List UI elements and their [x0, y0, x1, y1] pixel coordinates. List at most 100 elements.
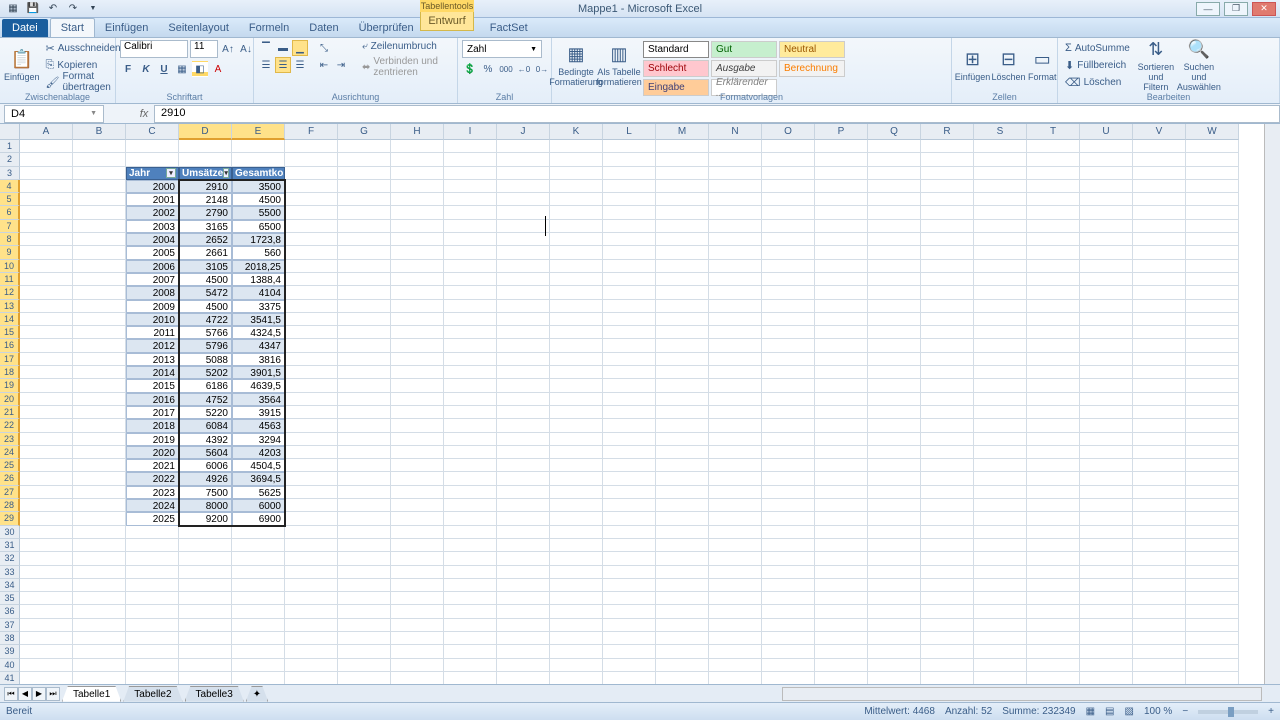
cell-S11[interactable] — [974, 273, 1027, 286]
cell-P32[interactable] — [815, 552, 868, 565]
cell-B31[interactable] — [73, 539, 126, 552]
cell-P7[interactable] — [815, 220, 868, 233]
cell-V1[interactable] — [1133, 140, 1186, 153]
cell-A20[interactable] — [20, 393, 73, 406]
cell-I10[interactable] — [444, 260, 497, 273]
cell-Q28[interactable] — [868, 499, 921, 512]
cell-G21[interactable] — [338, 406, 391, 419]
cell-U40[interactable] — [1080, 659, 1133, 672]
cell-K41[interactable] — [550, 672, 603, 684]
cell-S25[interactable] — [974, 459, 1027, 472]
column-header-Q[interactable]: Q — [868, 124, 921, 140]
cell-V34[interactable] — [1133, 579, 1186, 592]
cell-I16[interactable] — [444, 339, 497, 352]
cell-P22[interactable] — [815, 419, 868, 432]
cell-E23[interactable]: 3294 — [232, 433, 285, 446]
cell-M19[interactable] — [656, 379, 709, 392]
cell-T38[interactable] — [1027, 632, 1080, 645]
cell-T31[interactable] — [1027, 539, 1080, 552]
column-header-L[interactable]: L — [603, 124, 656, 140]
cell-N11[interactable] — [709, 273, 762, 286]
cell-S10[interactable] — [974, 260, 1027, 273]
cell-J5[interactable] — [497, 193, 550, 206]
cell-F16[interactable] — [285, 339, 338, 352]
cell-R22[interactable] — [921, 419, 974, 432]
cell-I24[interactable] — [444, 446, 497, 459]
cell-F29[interactable] — [285, 512, 338, 525]
cell-I9[interactable] — [444, 246, 497, 259]
cell-T9[interactable] — [1027, 246, 1080, 259]
cell-M7[interactable] — [656, 220, 709, 233]
cell-C10[interactable]: 2006 — [126, 260, 179, 273]
cell-G28[interactable] — [338, 499, 391, 512]
cell-Q33[interactable] — [868, 566, 921, 579]
cell-A10[interactable] — [20, 260, 73, 273]
cell-G40[interactable] — [338, 659, 391, 672]
cell-U2[interactable] — [1080, 153, 1133, 166]
cell-F14[interactable] — [285, 313, 338, 326]
cell-styles-gallery[interactable]: Standard Gut Neutral Schlecht Ausgabe Be… — [642, 40, 852, 97]
tab-datei[interactable]: Datei — [2, 19, 48, 37]
cell-B18[interactable] — [73, 366, 126, 379]
cell-L17[interactable] — [603, 353, 656, 366]
cell-W21[interactable] — [1186, 406, 1239, 419]
cell-I40[interactable] — [444, 659, 497, 672]
row-header-16[interactable]: 16 — [0, 339, 20, 352]
cell-H26[interactable] — [391, 472, 444, 485]
cell-U23[interactable] — [1080, 433, 1133, 446]
cell-L26[interactable] — [603, 472, 656, 485]
cell-G22[interactable] — [338, 419, 391, 432]
cell-D26[interactable]: 4926 — [179, 472, 232, 485]
cell-K39[interactable] — [550, 645, 603, 658]
cell-W7[interactable] — [1186, 220, 1239, 233]
row-header-36[interactable]: 36 — [0, 605, 20, 618]
cell-T36[interactable] — [1027, 605, 1080, 618]
cell-C5[interactable]: 2001 — [126, 193, 179, 206]
cell-P10[interactable] — [815, 260, 868, 273]
column-header-K[interactable]: K — [550, 124, 603, 140]
cell-H13[interactable] — [391, 300, 444, 313]
cell-E4[interactable]: 3500 — [232, 180, 285, 193]
cell-V26[interactable] — [1133, 472, 1186, 485]
cell-P41[interactable] — [815, 672, 868, 684]
cell-K26[interactable] — [550, 472, 603, 485]
cell-P18[interactable] — [815, 366, 868, 379]
cell-G37[interactable] — [338, 619, 391, 632]
cell-G30[interactable] — [338, 526, 391, 539]
underline-button[interactable]: U — [156, 61, 172, 77]
insert-cells-button[interactable]: ⊞Einfügen — [956, 40, 989, 90]
cell-I32[interactable] — [444, 552, 497, 565]
cell-T41[interactable] — [1027, 672, 1080, 684]
cell-M24[interactable] — [656, 446, 709, 459]
cell-J30[interactable] — [497, 526, 550, 539]
cell-M28[interactable] — [656, 499, 709, 512]
column-header-M[interactable]: M — [656, 124, 709, 140]
cut-button[interactable]: ✂Ausschneiden — [43, 40, 124, 56]
cell-R15[interactable] — [921, 326, 974, 339]
cell-E14[interactable]: 3541,5 — [232, 313, 285, 326]
cell-F27[interactable] — [285, 486, 338, 499]
cell-T25[interactable] — [1027, 459, 1080, 472]
cell-R35[interactable] — [921, 592, 974, 605]
row-header-10[interactable]: 10 — [0, 260, 20, 273]
cell-U14[interactable] — [1080, 313, 1133, 326]
cell-J29[interactable] — [497, 512, 550, 525]
cell-I12[interactable] — [444, 286, 497, 299]
cell-W27[interactable] — [1186, 486, 1239, 499]
decrease-indent-button[interactable]: ⇤ — [316, 57, 332, 73]
cell-C13[interactable]: 2009 — [126, 300, 179, 313]
cell-E25[interactable]: 4504,5 — [232, 459, 285, 472]
cell-M41[interactable] — [656, 672, 709, 684]
cell-T35[interactable] — [1027, 592, 1080, 605]
cell-R3[interactable] — [921, 167, 974, 180]
filter-dropdown-Umsätze[interactable]: ▾ — [223, 168, 229, 178]
cell-C8[interactable]: 2004 — [126, 233, 179, 246]
cell-N35[interactable] — [709, 592, 762, 605]
cell-R27[interactable] — [921, 486, 974, 499]
cell-P31[interactable] — [815, 539, 868, 552]
cell-C17[interactable]: 2013 — [126, 353, 179, 366]
cell-V32[interactable] — [1133, 552, 1186, 565]
cell-K31[interactable] — [550, 539, 603, 552]
cell-Q32[interactable] — [868, 552, 921, 565]
cell-L35[interactable] — [603, 592, 656, 605]
